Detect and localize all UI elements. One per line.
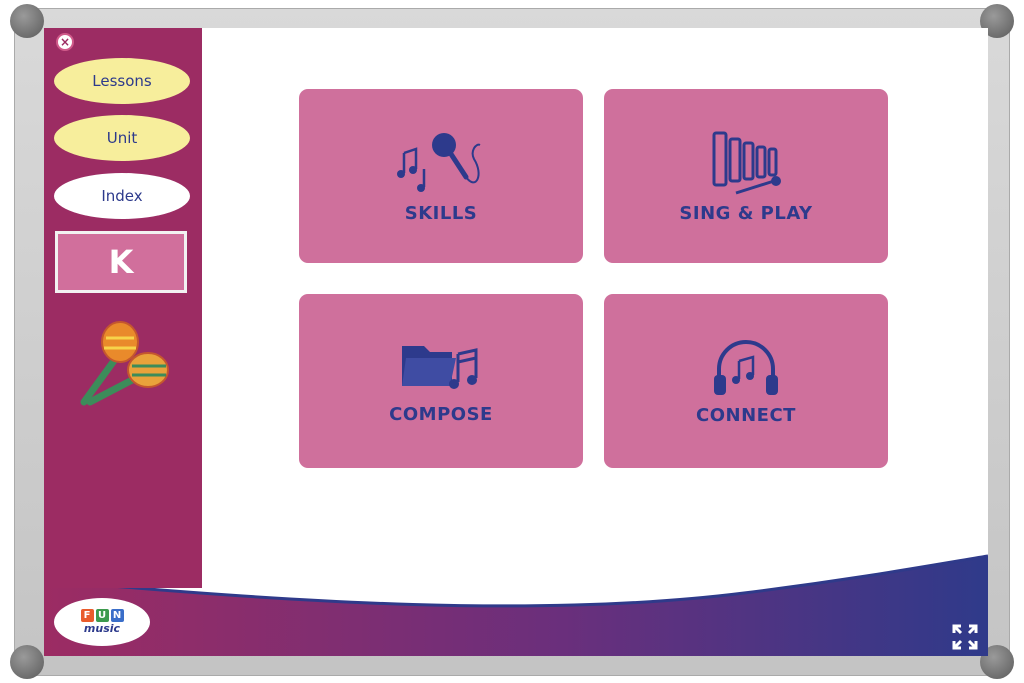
maracas-icon bbox=[80, 321, 169, 406]
fun-music-logo: F U N music bbox=[54, 598, 150, 646]
logo-word: music bbox=[83, 622, 121, 635]
skills-card[interactable]: SKILLS bbox=[299, 89, 583, 263]
compose-label: COMPOSE bbox=[389, 403, 493, 425]
logo-letter: F bbox=[80, 609, 94, 622]
index-button[interactable]: Index bbox=[54, 173, 190, 219]
app-board: × Lessons Unit Index K SKILLS SING & PLA… bbox=[44, 28, 988, 656]
skills-label: SKILLS bbox=[404, 202, 478, 224]
frame-corner-top-left bbox=[10, 4, 44, 38]
fullscreen-icon[interactable] bbox=[952, 624, 978, 650]
frame-corner-bottom-left bbox=[10, 645, 44, 679]
logo-letter: N bbox=[110, 609, 124, 622]
folder-music-icon bbox=[402, 345, 478, 389]
logo-letter: U bbox=[95, 609, 109, 622]
headphones-icon bbox=[714, 339, 778, 395]
microphone-music-icon bbox=[397, 132, 481, 192]
xylophone-icon bbox=[712, 131, 781, 194]
sing-play-card[interactable]: SING & PLAY bbox=[604, 89, 888, 263]
close-button[interactable]: × bbox=[56, 33, 74, 51]
sidebar: × Lessons Unit Index K bbox=[44, 28, 202, 588]
connect-label: CONNECT bbox=[696, 404, 796, 426]
connect-card[interactable]: CONNECT bbox=[604, 294, 888, 468]
compose-card[interactable]: COMPOSE bbox=[299, 294, 583, 468]
lessons-button[interactable]: Lessons bbox=[54, 58, 190, 104]
unit-button[interactable]: Unit bbox=[54, 115, 190, 161]
sing-play-label: SING & PLAY bbox=[679, 202, 813, 224]
logo-letters: F U N bbox=[80, 609, 124, 622]
grade-badge: K bbox=[55, 231, 187, 293]
